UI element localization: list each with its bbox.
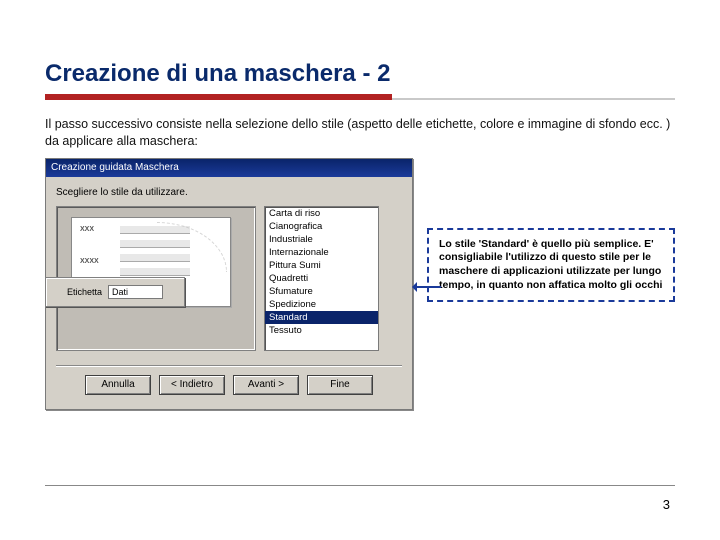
dialog-prompt: Scegliere lo stile da utilizzare. xyxy=(56,187,402,198)
annotation-note: Lo stile 'Standard' è quello più semplic… xyxy=(427,228,675,303)
page-number: 3 xyxy=(663,497,670,512)
back-button[interactable]: < Indietro xyxy=(159,375,225,395)
wizard-dialog: Creazione guidata Maschera Scegliere lo … xyxy=(45,158,413,410)
style-preview: XXX XXXX Etichetta Dati xyxy=(56,206,256,351)
cancel-button[interactable]: Annulla xyxy=(85,375,151,395)
footer-rule xyxy=(45,485,675,486)
style-item[interactable]: Pittura Sumi xyxy=(265,259,378,272)
dialog-separator xyxy=(56,365,402,367)
preview-label-2: XXXX xyxy=(80,258,99,265)
intro-text: Il passo successivo consiste nella selez… xyxy=(45,116,675,150)
style-item[interactable]: Carta di riso xyxy=(265,207,378,220)
style-item[interactable]: Spedizione xyxy=(265,298,378,311)
arrow-icon xyxy=(413,286,441,288)
style-item[interactable]: Sfumature xyxy=(265,285,378,298)
style-item[interactable]: Standard xyxy=(265,311,378,324)
finish-button[interactable]: Fine xyxy=(307,375,373,395)
page-title: Creazione di una maschera - 2 xyxy=(45,60,675,88)
style-item[interactable]: Quadretti xyxy=(265,272,378,285)
preview-popup: Etichetta Dati xyxy=(45,277,185,307)
style-item[interactable]: Cianografica xyxy=(265,220,378,233)
next-button[interactable]: Avanti > xyxy=(233,375,299,395)
title-rule xyxy=(45,94,675,100)
preview-label-1: XXX xyxy=(80,226,94,233)
style-item[interactable]: Industriale xyxy=(265,233,378,246)
style-listbox[interactable]: Carta di risoCianograficaIndustrialeInte… xyxy=(264,206,379,351)
style-item[interactable]: Tessuto xyxy=(265,324,378,337)
popup-label: Etichetta xyxy=(67,287,102,297)
style-item[interactable]: Internazionale xyxy=(265,246,378,259)
popup-value: Dati xyxy=(108,285,163,299)
dialog-titlebar: Creazione guidata Maschera xyxy=(46,159,412,177)
